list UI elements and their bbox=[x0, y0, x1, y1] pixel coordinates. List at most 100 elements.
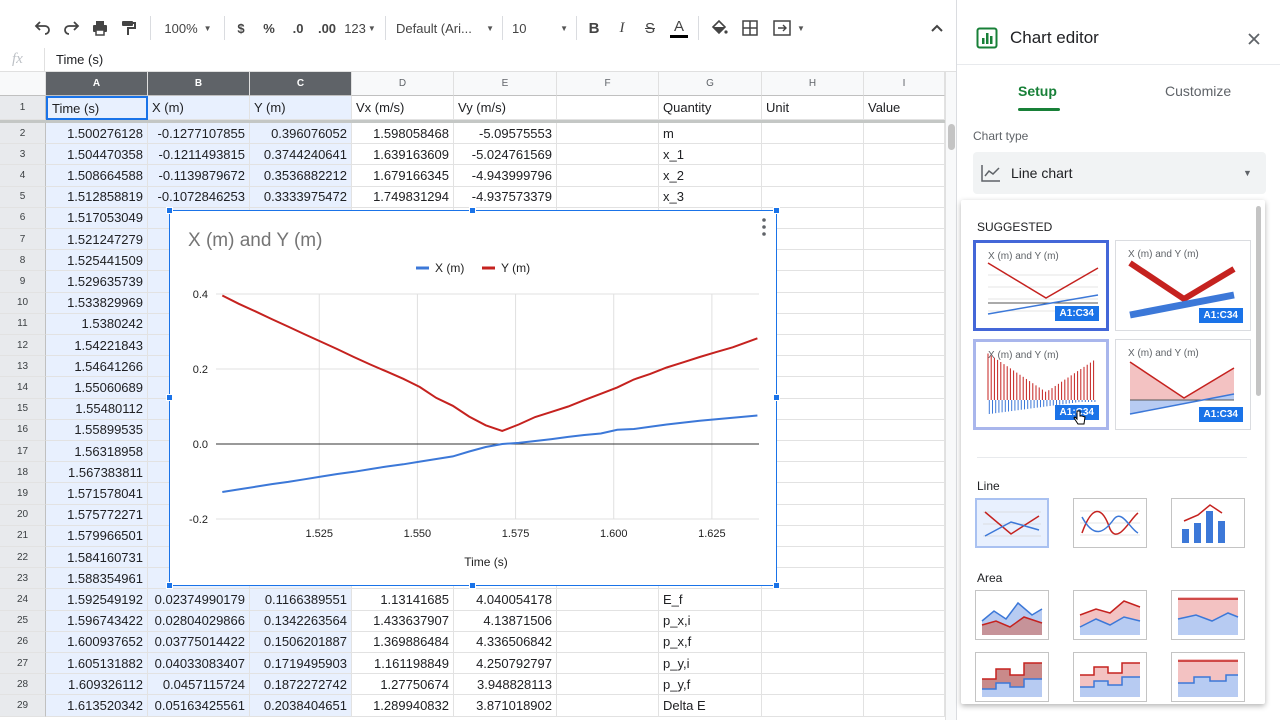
table-cell[interactable]: p_x,i bbox=[659, 610, 762, 632]
table-cell[interactable] bbox=[864, 589, 945, 611]
table-cell[interactable]: 1.567383811 bbox=[46, 462, 148, 484]
header-cell[interactable]: Quantity bbox=[659, 96, 762, 120]
header-cell[interactable]: Vy (m/s) bbox=[454, 96, 557, 120]
table-cell[interactable] bbox=[762, 271, 864, 293]
resize-handle[interactable] bbox=[166, 207, 173, 214]
row-header[interactable]: 13 bbox=[0, 356, 46, 378]
table-cell[interactable] bbox=[557, 653, 659, 675]
table-cell[interactable] bbox=[864, 123, 945, 145]
table-cell[interactable] bbox=[762, 229, 864, 251]
table-cell[interactable] bbox=[557, 144, 659, 166]
column-header-a[interactable]: A bbox=[46, 72, 148, 96]
table-cell[interactable]: 1.575772271 bbox=[46, 504, 148, 526]
row-header[interactable]: 9 bbox=[0, 271, 46, 293]
table-cell[interactable]: 1.749831294 bbox=[352, 186, 454, 208]
table-cell[interactable]: 0.3536882212 bbox=[250, 165, 352, 187]
currency-button[interactable]: $ bbox=[232, 14, 250, 42]
smooth-line-chart-option[interactable] bbox=[1073, 498, 1147, 548]
italic-button[interactable]: I bbox=[613, 14, 631, 42]
column-header-i[interactable]: I bbox=[864, 72, 945, 96]
table-cell[interactable]: 0.2038404651 bbox=[250, 695, 352, 717]
table-cell[interactable]: 0.3333975472 bbox=[250, 186, 352, 208]
table-cell[interactable]: -4.943999796 bbox=[454, 165, 557, 187]
table-cell[interactable] bbox=[762, 144, 864, 166]
100-stacked-area-chart-option[interactable] bbox=[1171, 590, 1245, 640]
area-chart-option[interactable] bbox=[975, 590, 1049, 640]
table-cell[interactable] bbox=[762, 589, 864, 611]
table-cell[interactable]: m bbox=[659, 123, 762, 145]
table-cell[interactable]: 4.13871506 bbox=[454, 610, 557, 632]
table-cell[interactable]: 1.5380242 bbox=[46, 313, 148, 335]
table-cell[interactable]: 1.56318958 bbox=[46, 441, 148, 463]
table-cell[interactable] bbox=[762, 356, 864, 378]
row-header[interactable]: 2 bbox=[0, 123, 46, 145]
suggested-area-chart[interactable]: X (m) and Y (m) A1:C34 bbox=[1115, 339, 1251, 430]
table-cell[interactable]: 0.03775014422 bbox=[148, 631, 250, 653]
table-cell[interactable] bbox=[864, 441, 945, 463]
row-header[interactable]: 7 bbox=[0, 229, 46, 251]
stacked-stepped-area-chart-option[interactable] bbox=[1073, 652, 1147, 702]
percent-button[interactable]: % bbox=[259, 14, 279, 42]
table-cell[interactable]: 1.54641266 bbox=[46, 356, 148, 378]
table-cell[interactable]: x_2 bbox=[659, 165, 762, 187]
table-cell[interactable] bbox=[762, 547, 864, 569]
table-cell[interactable]: 1.508664588 bbox=[46, 165, 148, 187]
table-cell[interactable] bbox=[864, 313, 945, 335]
row-header[interactable]: 4 bbox=[0, 165, 46, 187]
suggested-line-chart[interactable]: X (m) and Y (m) A1:C34 bbox=[973, 240, 1109, 331]
column-header-c[interactable]: C bbox=[250, 72, 352, 96]
table-cell[interactable]: -4.937573379 bbox=[454, 186, 557, 208]
table-cell[interactable]: 4.040054178 bbox=[454, 589, 557, 611]
stacked-area-chart-option[interactable] bbox=[1073, 590, 1147, 640]
tab-customize[interactable]: Customize bbox=[1165, 83, 1231, 99]
row-header[interactable]: 28 bbox=[0, 674, 46, 696]
table-cell[interactable]: 0.0457115724 bbox=[148, 674, 250, 696]
table-cell[interactable]: 1.55899535 bbox=[46, 419, 148, 441]
table-cell[interactable]: 1.596743422 bbox=[46, 610, 148, 632]
table-cell[interactable]: -5.024761569 bbox=[454, 144, 557, 166]
table-cell[interactable]: 1.289940832 bbox=[352, 695, 454, 717]
table-cell[interactable] bbox=[762, 483, 864, 505]
table-cell[interactable] bbox=[864, 695, 945, 717]
bold-button[interactable]: B bbox=[585, 14, 603, 42]
row-header[interactable]: 29 bbox=[0, 695, 46, 717]
embedded-chart[interactable]: X (m) and Y (m) 1.525 1.550 1.575 1.600 1.62… bbox=[169, 210, 777, 586]
vertical-scrollbar[interactable] bbox=[945, 72, 956, 720]
table-cell[interactable]: 1.592549192 bbox=[46, 589, 148, 611]
table-cell[interactable] bbox=[762, 631, 864, 653]
table-cell[interactable] bbox=[864, 377, 945, 399]
column-header-f[interactable]: F bbox=[557, 72, 659, 96]
table-cell[interactable] bbox=[864, 462, 945, 484]
header-cell[interactable]: Y (m) bbox=[250, 96, 352, 120]
resize-handle[interactable] bbox=[773, 207, 780, 214]
table-cell[interactable]: 0.05163425561 bbox=[148, 695, 250, 717]
table-cell[interactable] bbox=[762, 441, 864, 463]
table-cell[interactable]: 1.433637907 bbox=[352, 610, 454, 632]
table-cell[interactable] bbox=[864, 568, 945, 590]
close-icon[interactable] bbox=[1247, 32, 1261, 46]
row-header[interactable]: 26 bbox=[0, 631, 46, 653]
table-cell[interactable]: 1.529635739 bbox=[46, 271, 148, 293]
resize-handle[interactable] bbox=[469, 582, 476, 589]
header-cell[interactable]: Unit bbox=[762, 96, 864, 120]
resize-handle[interactable] bbox=[166, 582, 173, 589]
table-cell[interactable]: 0.1872272742 bbox=[250, 674, 352, 696]
table-cell[interactable]: 1.13141685 bbox=[352, 589, 454, 611]
table-cell[interactable] bbox=[557, 695, 659, 717]
table-cell[interactable] bbox=[762, 674, 864, 696]
table-cell[interactable] bbox=[557, 674, 659, 696]
text-color-button[interactable]: A bbox=[668, 14, 690, 42]
scrollbar-thumb[interactable] bbox=[948, 124, 955, 150]
table-cell[interactable] bbox=[762, 313, 864, 335]
table-cell[interactable] bbox=[864, 186, 945, 208]
column-header-b[interactable]: B bbox=[148, 72, 250, 96]
table-cell[interactable] bbox=[762, 462, 864, 484]
column-header-g[interactable]: G bbox=[659, 72, 762, 96]
suggested-column-chart[interactable]: X (m) and Y (m) A1:C34 bbox=[973, 339, 1109, 430]
row-header[interactable]: 20 bbox=[0, 504, 46, 526]
table-cell[interactable]: 4.336506842 bbox=[454, 631, 557, 653]
borders-button[interactable] bbox=[739, 14, 761, 42]
table-cell[interactable] bbox=[762, 610, 864, 632]
row-header[interactable]: 1 bbox=[0, 96, 46, 120]
table-cell[interactable] bbox=[557, 123, 659, 145]
